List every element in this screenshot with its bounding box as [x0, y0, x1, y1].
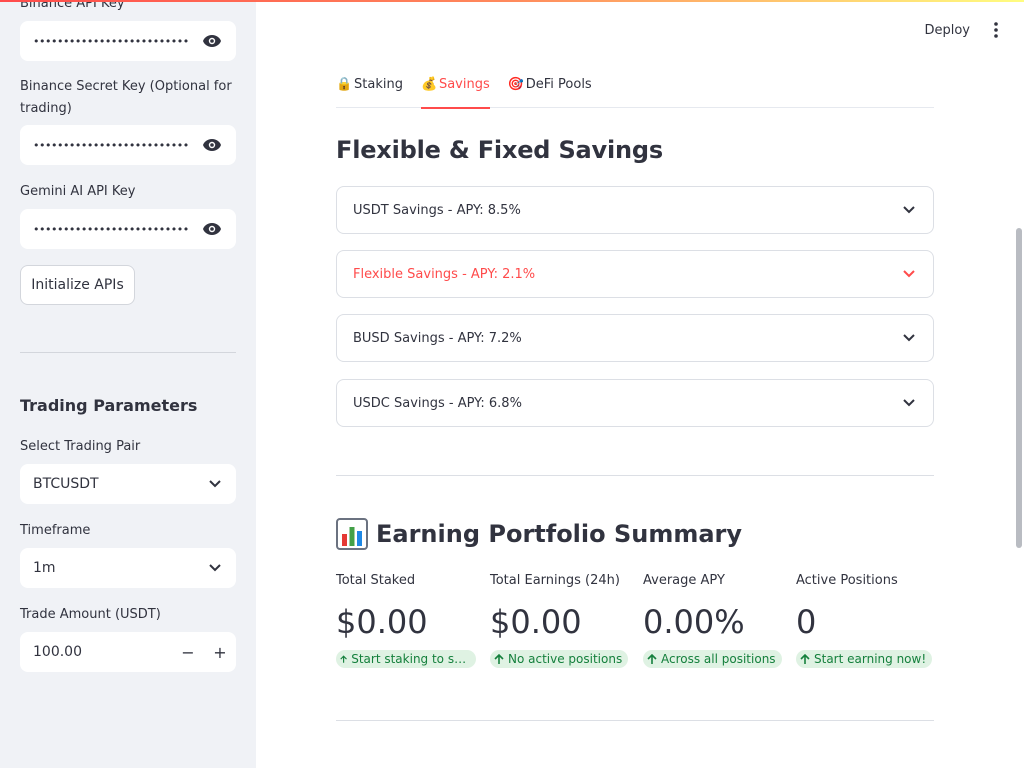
trading-pair-value: BTCUSDT: [33, 476, 99, 492]
metric-total-staked: Total Staked $0.00 Start staking to see …: [336, 572, 481, 669]
metric-active-positions: Active Positions 0 Start earning now!: [796, 572, 941, 669]
top-decoration-bar: [0, 0, 1024, 2]
tab-defi-pools[interactable]: 🎯 DeFi Pools: [508, 72, 592, 108]
metric-label: Average APY: [643, 573, 725, 588]
chevron-down-icon: [901, 266, 917, 282]
metric-value: 0: [796, 603, 817, 641]
tab-staking[interactable]: 🔒 Staking: [336, 72, 403, 108]
binance-api-key-value: ••••••••••••••••••••••••••••••••••••: [33, 34, 189, 48]
expander-label: Flexible Savings - APY: 2.1%: [353, 266, 536, 282]
show-password-eye-icon[interactable]: [201, 218, 223, 240]
metric-value: $0.00: [336, 603, 428, 641]
trading-parameters-heading: Trading Parameters: [20, 396, 198, 415]
initialize-apis-button[interactable]: Initialize APIs: [20, 265, 135, 305]
metric-delta-text: Start earning now!: [814, 652, 927, 666]
chevron-down-icon: [901, 395, 917, 411]
expander-usdt-savings[interactable]: USDT Savings - APY: 8.5%: [336, 186, 934, 234]
expander-label: USDC Savings - APY: 6.8%: [353, 395, 522, 411]
decrement-button[interactable]: −: [172, 632, 204, 672]
gemini-api-key-value: ••••••••••••••••••••••••••••••••••••: [33, 222, 189, 236]
increment-button[interactable]: +: [204, 632, 236, 672]
gemini-api-key-field[interactable]: ••••••••••••••••••••••••••••••••••••: [20, 209, 236, 249]
metric-total-earnings: Total Earnings (24h) $0.00 No active pos…: [490, 572, 635, 669]
chevron-down-icon: [901, 330, 917, 346]
metric-delta-text: Start staking to see returns: [351, 652, 470, 666]
bar-chart-icon: [336, 518, 368, 550]
arrow-up-icon: [494, 653, 504, 664]
deploy-button[interactable]: Deploy: [924, 23, 970, 38]
arrow-up-icon: [647, 653, 657, 664]
metric-delta-text: No active positions: [508, 652, 623, 666]
portfolio-summary-heading: Earning Portfolio Summary: [336, 518, 742, 550]
section-divider: [336, 475, 934, 476]
expander-usdc-savings[interactable]: USDC Savings - APY: 6.8%: [336, 379, 934, 427]
chevron-down-icon: [207, 560, 223, 576]
binance-secret-key-label: Binance Secret Key (Optional for trading…: [20, 79, 232, 116]
metric-label: Total Earnings (24h): [490, 573, 620, 588]
trading-pair-label: Select Trading Pair: [20, 439, 141, 454]
more-options-icon[interactable]: [988, 18, 1004, 42]
trade-amount-stepper[interactable]: 100.00 − +: [20, 632, 236, 672]
expander-busd-savings[interactable]: BUSD Savings - APY: 7.2%: [336, 314, 934, 362]
tab-bar: 🔒 Staking 💰 Savings 🎯 DeFi Pools: [336, 72, 934, 109]
trading-pair-select[interactable]: BTCUSDT: [20, 464, 236, 504]
money-bag-icon: 💰: [420, 76, 438, 92]
binance-api-key-label: Binance API Key: [20, 0, 125, 11]
trade-amount-label: Trade Amount (USDT): [20, 607, 161, 622]
lock-icon: 🔒: [336, 76, 353, 92]
tab-label: Savings: [438, 76, 490, 92]
main-scrollbar[interactable]: [1016, 228, 1022, 548]
tab-label: DeFi Pools: [525, 76, 592, 92]
chevron-down-icon: [207, 476, 223, 492]
savings-heading: Flexible & Fixed Savings: [336, 136, 663, 164]
summary-heading-text: Earning Portfolio Summary: [376, 520, 743, 548]
arrow-up-icon: [800, 653, 810, 664]
metric-value: $0.00: [490, 603, 582, 641]
arrow-up-icon: [340, 654, 347, 663]
timeframe-select[interactable]: 1m: [20, 548, 236, 588]
tab-label: Staking: [354, 76, 403, 92]
binance-secret-key-value: ••••••••••••••••••••••••••••••••••••: [33, 138, 189, 152]
sidebar: Binance API Key ••••••••••••••••••••••••…: [0, 0, 256, 768]
show-password-eye-icon[interactable]: [201, 134, 223, 156]
metric-label: Total Staked: [336, 573, 416, 588]
metric-value: 0.00%: [643, 603, 745, 641]
timeframe-label: Timeframe: [20, 523, 91, 538]
trade-amount-value: 100.00: [33, 644, 82, 660]
timeframe-value: 1m: [33, 560, 56, 576]
tab-savings[interactable]: 💰 Savings: [420, 72, 490, 109]
section-divider: [336, 720, 934, 721]
metric-delta-badge: Start earning now!: [796, 650, 933, 668]
expander-flexible-savings[interactable]: Flexible Savings - APY: 2.1%: [336, 250, 934, 298]
metric-label: Active Positions: [796, 573, 898, 588]
gemini-api-key-label: Gemini AI API Key: [20, 184, 136, 199]
metric-average-apy: Average APY 0.00% Across all positions: [643, 572, 788, 669]
expander-label: BUSD Savings - APY: 7.2%: [353, 330, 522, 346]
metric-delta-badge: Start staking to see returns: [336, 650, 476, 668]
show-password-eye-icon[interactable]: [201, 30, 223, 52]
expander-label: USDT Savings - APY: 8.5%: [353, 202, 521, 218]
binance-secret-key-field[interactable]: ••••••••••••••••••••••••••••••••••••: [20, 125, 236, 165]
metric-delta-badge: Across all positions: [643, 650, 782, 668]
header-actions: Deploy: [924, 18, 1004, 42]
chevron-down-icon: [901, 202, 917, 218]
sidebar-divider: [20, 352, 236, 353]
binance-api-key-field[interactable]: ••••••••••••••••••••••••••••••••••••: [20, 21, 236, 61]
metric-delta-text: Across all positions: [661, 652, 776, 666]
target-icon: 🎯: [507, 76, 524, 92]
metric-delta-badge: No active positions: [490, 650, 629, 668]
